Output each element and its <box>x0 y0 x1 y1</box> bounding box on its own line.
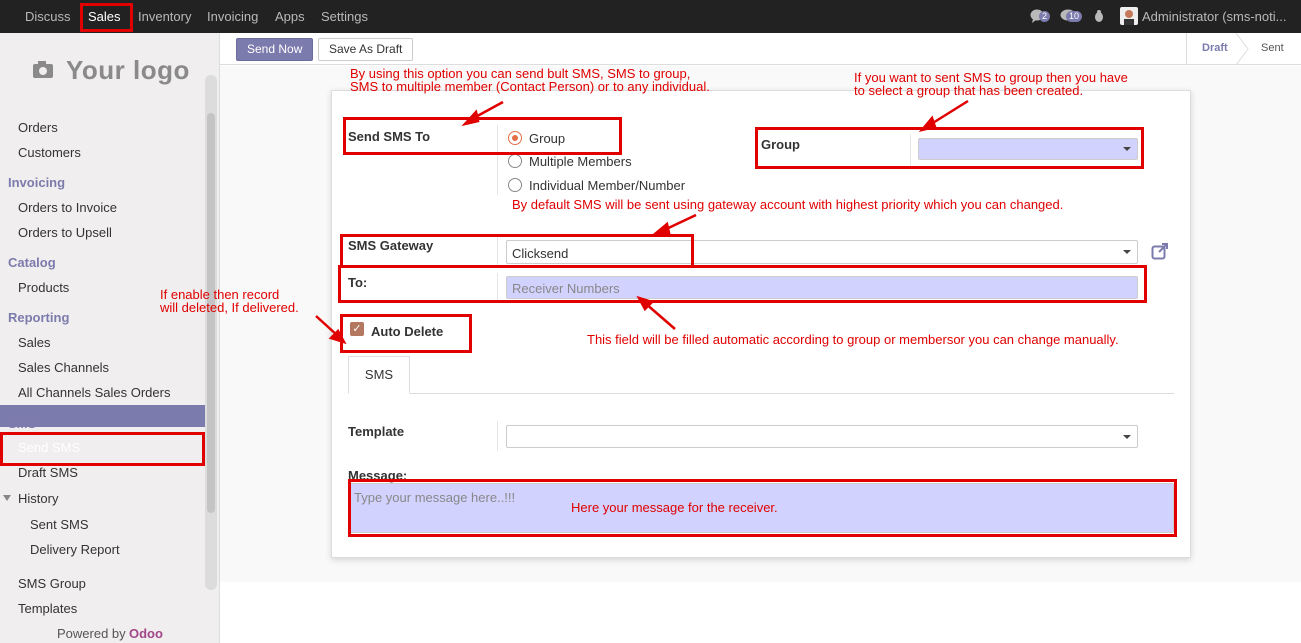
annotation-gateway: By default SMS will be sent using gatewa… <box>512 197 1064 212</box>
annotation-to: This field will be filled automatic acco… <box>587 332 1119 347</box>
annotation-group: If you want to sent SMS to group then yo… <box>854 70 1128 98</box>
annotation-auto-delete: If enable then record will deleted, If d… <box>160 287 299 315</box>
annotation-send-to: By using this option you can send bult S… <box>350 66 710 94</box>
annotation-message: Here your message for the receiver. <box>571 500 778 515</box>
